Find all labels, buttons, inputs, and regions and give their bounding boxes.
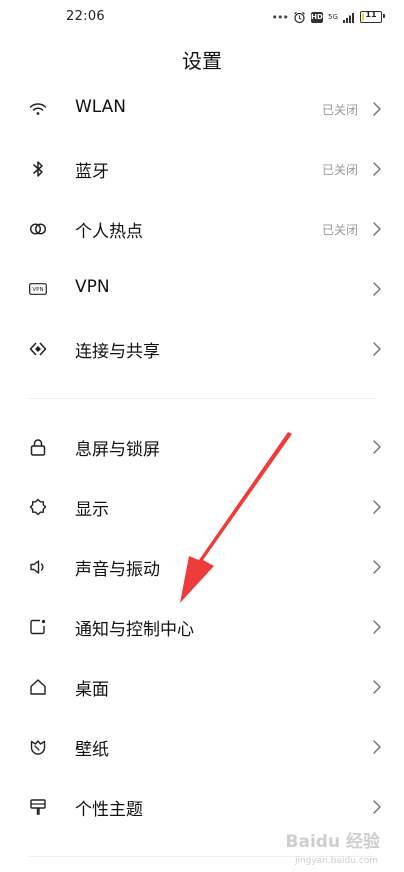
dots-icon: ••• (271, 10, 289, 24)
lock-icon (29, 438, 47, 456)
setting-label: 显示 (75, 500, 109, 520)
alarm-icon (293, 11, 306, 24)
bluetooth-icon (29, 160, 47, 178)
setting-item-hotspot[interactable]: 个人热点 已关闭 (0, 199, 404, 259)
status-time: 22:06 (66, 9, 105, 24)
settings-screen: 22:06 ••• HD 5G 11 设置 WLAN 已关闭 蓝牙 已关闭 个人… (0, 0, 404, 872)
setting-label: 声音与振动 (75, 560, 160, 580)
chevron-right-icon (372, 499, 382, 515)
status-bar: 22:06 ••• HD 5G 11 (0, 0, 404, 34)
setting-label: 通知与控制中心 (75, 620, 194, 640)
chevron-right-icon (372, 341, 382, 357)
setting-status: 已关闭 (321, 223, 358, 237)
chevron-right-icon (372, 439, 382, 455)
speaker-icon (29, 558, 47, 576)
chevron-right-icon (372, 221, 382, 237)
setting-status: 已关闭 (321, 163, 358, 177)
theme-icon (29, 798, 47, 816)
network-label: 5G (328, 12, 338, 21)
setting-item-sound-vibration[interactable]: 声音与振动 (0, 537, 404, 597)
setting-item-wlan[interactable]: WLAN 已关闭 (0, 79, 404, 139)
settings-list: WLAN 已关闭 蓝牙 已关闭 个人热点 已关闭 VPN VPN 连接与共享 息… (0, 79, 404, 857)
setting-item-bluetooth[interactable]: 蓝牙 已关闭 (0, 139, 404, 199)
setting-label: 个性主题 (75, 800, 143, 820)
battery-level: 11 (365, 10, 377, 19)
setting-item-lock-screen[interactable]: 息屏与锁屏 (0, 417, 404, 477)
setting-item-vpn[interactable]: VPN VPN (0, 259, 404, 319)
section-divider (0, 379, 404, 399)
setting-label: 息屏与锁屏 (75, 440, 160, 460)
setting-status: 已关闭 (321, 103, 358, 117)
home-icon (29, 678, 47, 696)
chevron-right-icon (372, 619, 382, 635)
chevron-right-icon (372, 161, 382, 177)
status-icons: ••• HD 5G 11 (271, 9, 385, 25)
setting-item-wallpaper[interactable]: 壁纸 (0, 717, 404, 777)
setting-label: 连接与共享 (75, 342, 160, 362)
connection-icon (29, 340, 47, 358)
hd-icon: HD (311, 11, 323, 23)
chevron-right-icon (372, 101, 382, 117)
chevron-right-icon (372, 559, 382, 575)
chevron-right-icon (372, 739, 382, 755)
chevron-right-icon (372, 799, 382, 815)
notification-icon (29, 618, 47, 636)
setting-item-connection-sharing[interactable]: 连接与共享 (0, 319, 404, 379)
brightness-icon (29, 498, 47, 516)
setting-label: 蓝牙 (75, 162, 109, 182)
baidu-watermark: Baidu 经验 (285, 832, 380, 852)
baidu-watermark-url: jingyan.baidu.com (294, 856, 378, 866)
setting-item-notification-control-center[interactable]: 通知与控制中心 (0, 597, 404, 657)
battery-icon: 11 (360, 10, 385, 23)
wallpaper-icon (29, 738, 47, 756)
setting-label: 个人热点 (75, 222, 143, 242)
chevron-right-icon (372, 679, 382, 695)
setting-item-home-screen[interactable]: 桌面 (0, 657, 404, 717)
page-title: 设置 (182, 49, 222, 73)
hotspot-icon (29, 220, 47, 238)
vpn-icon-text: VPN (32, 287, 43, 293)
vpn-icon: VPN (29, 280, 47, 298)
setting-item-display[interactable]: 显示 (0, 477, 404, 537)
setting-label: 壁纸 (75, 740, 109, 760)
wifi-icon (29, 100, 47, 118)
setting-label: WLAN (75, 97, 127, 117)
setting-label: VPN (75, 277, 110, 297)
chevron-right-icon (372, 281, 382, 297)
signal-icon (343, 12, 355, 23)
setting-label: 桌面 (75, 680, 109, 700)
